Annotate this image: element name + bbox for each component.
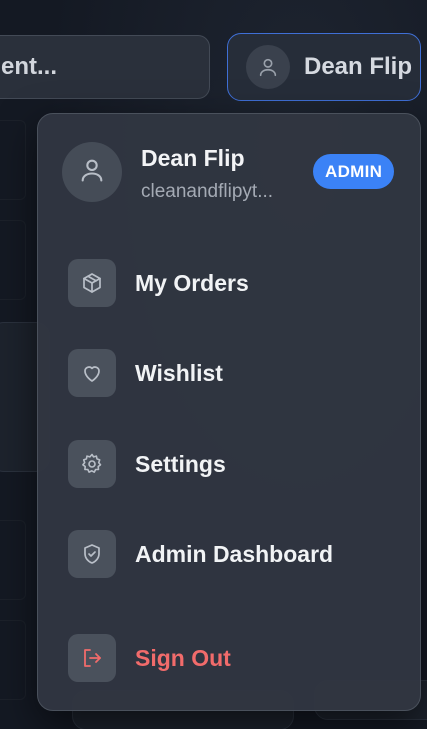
background-pattern	[0, 120, 26, 200]
user-menu-button[interactable]: Dean Flip	[227, 33, 421, 101]
heart-icon	[68, 349, 116, 397]
role-badge: ADMIN	[313, 154, 395, 189]
background-pattern	[0, 520, 26, 600]
menu-item-settings[interactable]: Settings	[68, 440, 398, 488]
user-profile-header: Dean Flip cleanandflipyt... ADMIN	[38, 114, 420, 232]
menu-item-label: Sign Out	[135, 644, 231, 671]
app-screen: ent... Dean Flip Dean Flip cleanandflipy…	[0, 0, 427, 729]
menu-item-label: My Orders	[135, 269, 249, 296]
search-input-value: ent...	[1, 53, 58, 80]
menu-item-sign-out[interactable]: Sign Out	[68, 634, 398, 682]
search-input[interactable]: ent...	[0, 35, 210, 99]
package-icon	[68, 259, 116, 307]
profile-email: cleanandflipyt...	[141, 181, 274, 202]
avatar	[62, 142, 122, 202]
gear-icon	[68, 440, 116, 488]
user-dropdown-menu: Dean Flip cleanandflipyt... ADMIN My Ord…	[37, 113, 421, 711]
sign-out-icon	[68, 634, 116, 682]
menu-item-my-orders[interactable]: My Orders	[68, 259, 398, 307]
menu-item-label: Settings	[135, 450, 226, 477]
menu-item-wishlist[interactable]: Wishlist	[68, 349, 398, 397]
user-icon	[246, 45, 290, 89]
user-name: Dean Flip	[304, 53, 413, 80]
menu-item-admin-dashboard[interactable]: Admin Dashboard	[68, 530, 398, 578]
user-icon	[78, 156, 106, 189]
profile-name: Dean Flip	[141, 145, 245, 171]
menu-item-label: Admin Dashboard	[135, 540, 334, 567]
menu-item-label: Wishlist	[135, 359, 223, 386]
shield-check-icon	[68, 530, 116, 578]
background-pattern	[0, 220, 26, 300]
background-pattern	[0, 620, 26, 700]
